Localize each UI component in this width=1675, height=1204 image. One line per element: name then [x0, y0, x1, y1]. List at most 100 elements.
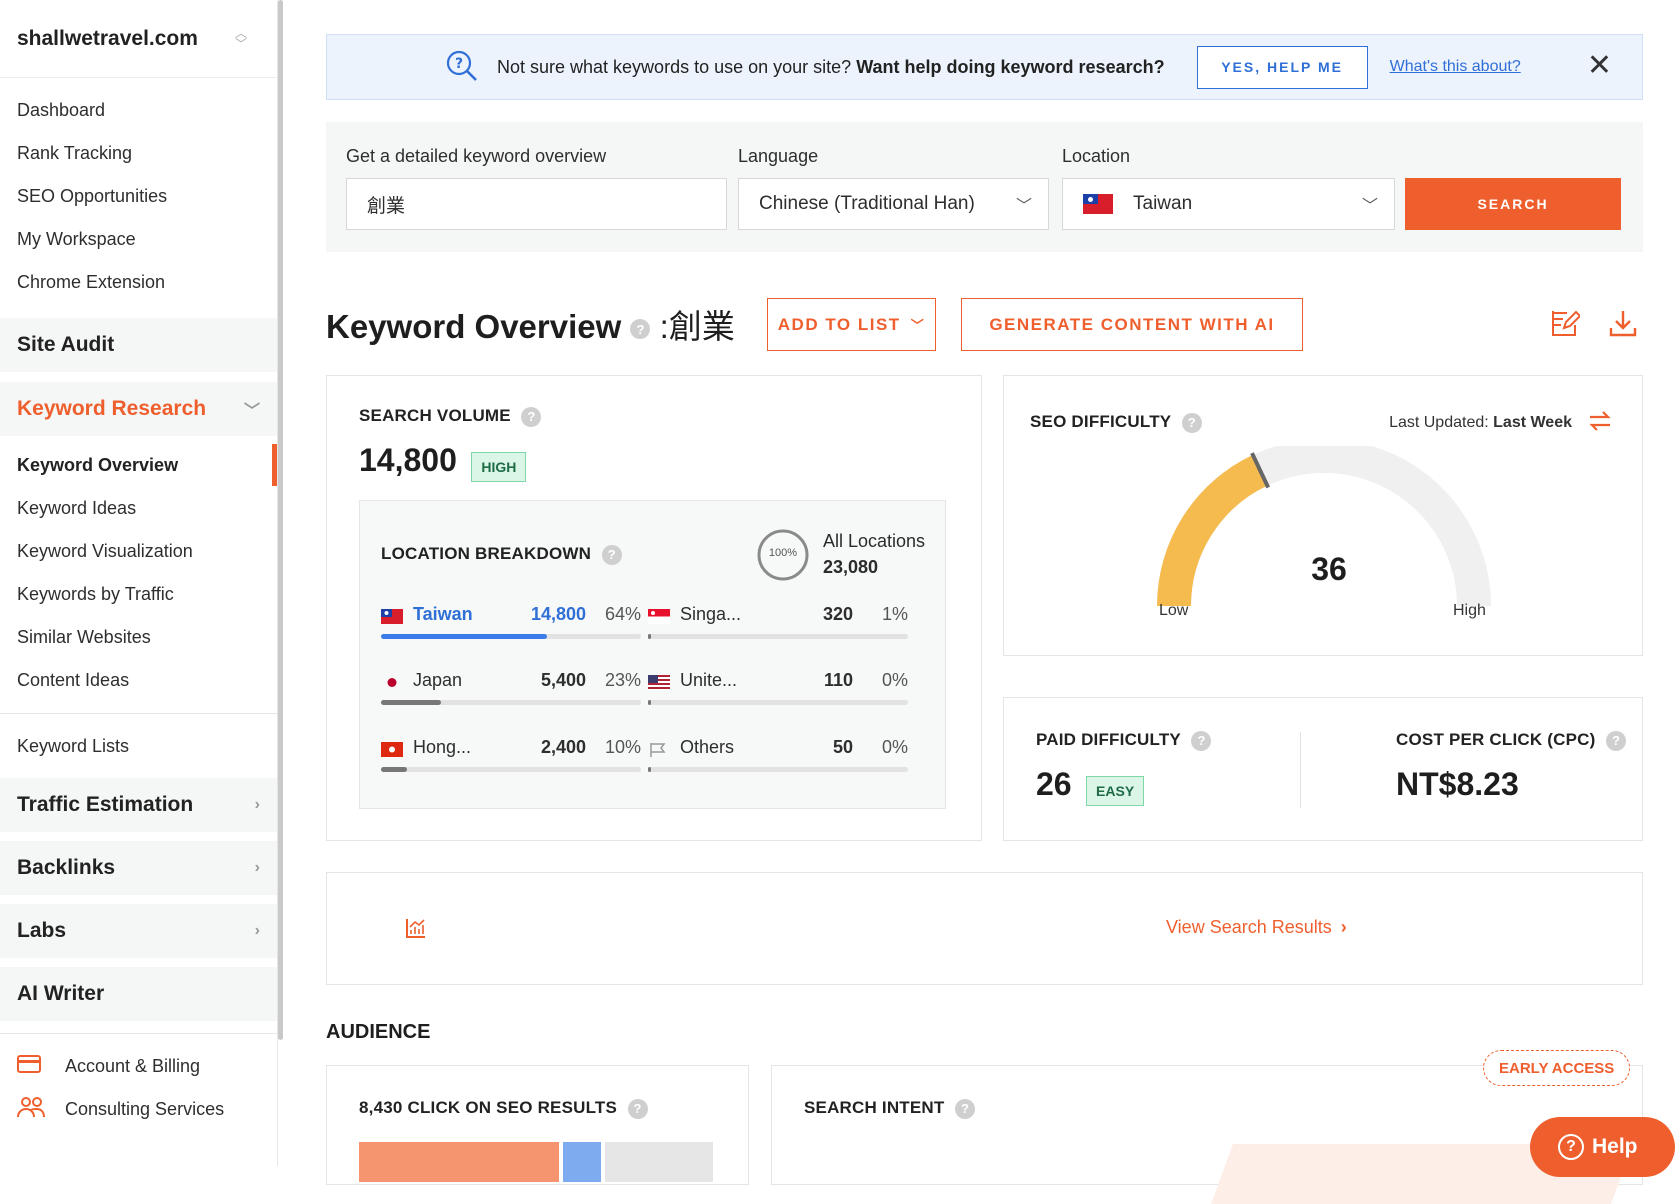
gauge-fill — [1157, 454, 1268, 607]
language-value: Chinese (Traditional Han) — [759, 193, 975, 214]
location-percent: 0% — [881, 737, 908, 757]
title-colon: : — [659, 308, 669, 345]
sidebar-item-my-workspace[interactable]: My Workspace — [0, 218, 277, 261]
location-select[interactable]: Taiwan ﹀ — [1062, 178, 1395, 230]
share-bar — [381, 634, 641, 639]
all-locations-label: All Locations — [823, 531, 926, 551]
help-icon[interactable]: ? — [601, 544, 622, 565]
location-name: Japan — [413, 670, 463, 690]
sidebar-item-consulting-services[interactable]: Consulting Services — [0, 1088, 277, 1131]
sidebar-section-backlinks[interactable]: Backlinks › — [0, 841, 277, 895]
divider — [1300, 732, 1301, 808]
paid-cpc-card: PAID DIFFICULTY ? 26 EASY COST PER CLICK… — [1003, 697, 1643, 841]
users-icon — [17, 1096, 47, 1124]
help-icon[interactable]: ? — [521, 406, 542, 427]
location-percent: 23% — [604, 670, 641, 690]
search-volume-card: SEARCH VOLUME ? 14,800 HIGH LOCATION BRE… — [326, 375, 982, 841]
sidebar-section-ai-writer[interactable]: AI Writer — [0, 967, 277, 1021]
sidebar-item-seo-opportunities[interactable]: SEO Opportunities — [0, 175, 277, 218]
sidebar-item-chrome-extension[interactable]: Chrome Extension — [0, 261, 277, 304]
location-row[interactable]: Taiwan 14,800 64% — [381, 604, 641, 644]
keyword-value: 創業 — [367, 195, 406, 217]
edit-report-icon[interactable] — [1550, 308, 1582, 340]
search-help-icon: ? — [445, 49, 479, 83]
volume-value: 14,800 — [359, 442, 457, 478]
sidebar-section-site-audit[interactable]: Site Audit — [0, 318, 277, 372]
top-nav: Dashboard Rank Tracking SEO Opportunitie… — [0, 89, 277, 304]
generate-content-button[interactable]: GENERATE CONTENT WITH AI — [961, 298, 1303, 351]
sidebar-item-account-billing[interactable]: Account & Billing — [0, 1045, 277, 1088]
close-icon[interactable]: ✕ — [1587, 51, 1612, 81]
bar-segment — [605, 1142, 713, 1182]
help-icon[interactable]: ? — [954, 1098, 975, 1119]
refresh-icon[interactable] — [1586, 408, 1614, 439]
sidebar-item-keyword-ideas[interactable]: Keyword Ideas — [0, 487, 277, 530]
share-bar-fill — [381, 634, 548, 639]
sidebar-item-keyword-overview[interactable]: Keyword Overview — [0, 444, 277, 487]
section-label: Backlinks — [17, 856, 116, 879]
help-button[interactable]: ? Help — [1530, 1117, 1675, 1177]
site-switcher[interactable]: shallwetravel.com ︿ ﹀ — [0, 0, 277, 78]
section-label: Keyword Research — [17, 397, 207, 420]
location-row[interactable]: Others 50 0% — [648, 737, 908, 777]
section-label: Site Audit — [17, 333, 115, 356]
location-row[interactable]: Hong... 2,400 10% — [381, 737, 641, 777]
location-volume: 110 — [823, 670, 853, 690]
location-volume: 50 — [832, 737, 853, 757]
card-title: SEARCH INTENT — [804, 1098, 945, 1117]
sidebar-item-keyword-visualization[interactable]: Keyword Visualization — [0, 530, 277, 573]
whats-this-link[interactable]: What's this about? — [1390, 58, 1521, 76]
sidebar-scrollbar[interactable] — [278, 0, 283, 1040]
seo-difficulty-gauge — [1157, 446, 1491, 607]
sidebar-item-rank-tracking[interactable]: Rank Tracking — [0, 132, 277, 175]
help-icon: ? — [1558, 1134, 1584, 1160]
sidebar-item-content-ideas[interactable]: Content Ideas — [0, 659, 277, 702]
clicks-card: 8,430 CLICK ON SEO RESULTS ? — [326, 1065, 749, 1185]
location-row[interactable]: Singa... 320 1% — [648, 604, 908, 644]
help-icon[interactable]: ? — [1605, 730, 1626, 751]
card-title: SEO DIFFICULTY — [1030, 412, 1172, 431]
location-row[interactable]: Unite... 110 0% — [648, 670, 908, 710]
bar-segment — [359, 1142, 559, 1182]
chevron-down-icon: ﹀ — [1361, 198, 1378, 215]
sidebar-item-keywords-by-traffic[interactable]: Keywords by Traffic — [0, 573, 277, 616]
help-icon[interactable]: ? — [627, 1098, 648, 1119]
all-locations: All Locations 23,080 — [823, 528, 925, 580]
cpc-value: NT$8.23 — [1396, 766, 1519, 802]
keyword-input[interactable]: 創業 — [346, 178, 727, 230]
cpc-header: COST PER CLICK (CPC) ? — [1396, 730, 1626, 751]
help-icon[interactable]: ? — [630, 319, 651, 340]
sidebar-item-keyword-lists[interactable]: Keyword Lists — [0, 725, 277, 768]
sidebar-section-labs[interactable]: Labs › — [0, 904, 277, 958]
taiwan-flag-icon — [1083, 194, 1113, 214]
early-access-badge: EARLY ACCESS — [1483, 1050, 1631, 1086]
share-bar — [381, 700, 641, 705]
sidebar-section-traffic-estimation[interactable]: Traffic Estimation › — [0, 778, 277, 832]
section-label: Labs — [17, 919, 67, 942]
location-volume: 320 — [822, 604, 853, 624]
location-row[interactable]: Japan 5,400 23% — [381, 670, 641, 710]
sidebar-item-dashboard[interactable]: Dashboard — [0, 89, 277, 132]
help-icon[interactable]: ? — [1181, 412, 1202, 433]
yes-help-me-button[interactable]: YES, HELP ME — [1196, 45, 1368, 89]
download-icon[interactable] — [1608, 308, 1640, 340]
location-name: Others — [680, 737, 735, 757]
sidebar-item-similar-websites[interactable]: Similar Websites — [0, 616, 277, 659]
add-to-list-button[interactable]: ADD TO LIST ﹀ — [767, 298, 936, 351]
location-volume: 5,400 — [540, 670, 586, 690]
language-select[interactable]: Chinese (Traditional Han) ﹀ — [738, 178, 1049, 230]
gauge-high-label: High — [1453, 602, 1486, 619]
active-indicator — [272, 444, 277, 486]
search-volume-header: SEARCH VOLUME ? — [359, 406, 542, 427]
search-button[interactable]: SEARCH — [1405, 178, 1621, 230]
help-icon[interactable]: ? — [1191, 730, 1212, 751]
card-title: COST PER CLICK (CPC) — [1396, 730, 1596, 749]
view-search-results-link[interactable]: View Search Results › — [1166, 917, 1347, 938]
chevron-down-icon: ﹀ — [243, 403, 260, 420]
overview-header: Keyword Overview ? :創業 ADD TO LIST ﹀ GEN… — [326, 252, 1643, 362]
intent-header: SEARCH INTENT ? — [804, 1098, 975, 1119]
seo-difficulty-card: SEO DIFFICULTY ? Last Updated: Last Week… — [1003, 375, 1643, 656]
us-flag-icon — [648, 674, 670, 690]
sidebar-section-keyword-research[interactable]: Keyword Research ﹀ — [0, 382, 277, 436]
keyword-research-submenu: Keyword Overview Keyword Ideas Keyword V… — [0, 444, 277, 702]
